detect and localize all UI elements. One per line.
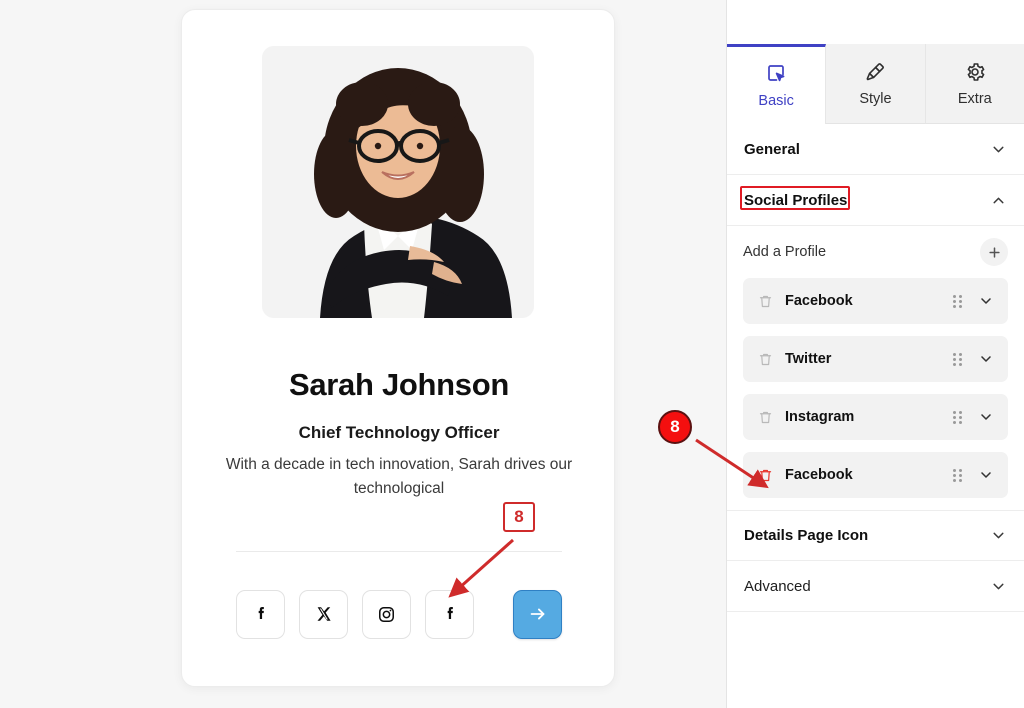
social-link-facebook[interactable] (236, 589, 285, 639)
profile-item-1[interactable]: Facebook (743, 278, 1008, 324)
preview-area: Sarah Johnson Chief Technology Officer W… (0, 0, 726, 708)
section-general[interactable]: General (727, 124, 1024, 175)
add-profile-button[interactable] (980, 238, 1008, 266)
section-details-page-icon[interactable]: Details Page Icon (727, 510, 1024, 561)
chevron-down-icon (981, 414, 991, 420)
add-profile-row: Add a Profile (743, 226, 1008, 278)
section-advanced-label: Advanced (744, 577, 811, 595)
drag-handle-icon[interactable] (953, 294, 962, 308)
paint-brush-icon (867, 63, 885, 81)
section-details-page-icon-label: Details Page Icon (744, 527, 869, 544)
facebook-icon (258, 607, 264, 619)
trash-icon (759, 353, 771, 365)
social-icon-row (236, 586, 562, 642)
settings-panel: Basic Style Extra General Social Profile… (726, 0, 1024, 708)
delete-profile-button[interactable] (755, 293, 775, 310)
screen-root: Sarah Johnson Chief Technology Officer W… (0, 0, 1024, 708)
bottom-sections: Details Page Icon Advanced (727, 510, 1024, 612)
profile-item-3[interactable]: Instagram (743, 394, 1008, 440)
chevron-down-icon (993, 583, 1004, 589)
section-general-label: General (744, 140, 800, 158)
social-link-facebook-duplicate[interactable] (425, 589, 474, 639)
profile-item-expand-button[interactable] (978, 467, 994, 483)
x-twitter-icon (316, 607, 331, 621)
profile-item-2[interactable]: Twitter (743, 336, 1008, 382)
tab-style[interactable]: Style (826, 44, 926, 124)
chevron-down-icon (993, 146, 1004, 152)
card-divider (236, 551, 562, 552)
section-social-profiles-label: Social Profiles (744, 191, 848, 209)
chevron-down-icon (981, 356, 991, 362)
drag-handle-icon[interactable] (953, 468, 962, 482)
profile-item-expand-button[interactable] (978, 409, 994, 425)
add-profile-label: Add a Profile (743, 244, 827, 260)
tab-extra-label: Extra (957, 91, 992, 107)
person-role: Chief Technology Officer (298, 423, 500, 442)
person-name: Sarah Johnson (288, 367, 510, 402)
chevron-down-icon (993, 532, 1004, 539)
trash-icon (759, 411, 771, 423)
gear-icon (967, 63, 985, 81)
tab-style-label: Style (859, 91, 892, 107)
panel-top-spacer (727, 0, 1024, 44)
delete-profile-button[interactable] (755, 351, 775, 368)
social-profiles-body: Add a Profile Facebook Twitter Instagram… (727, 226, 1024, 498)
next-button[interactable] (513, 589, 562, 639)
annotation-step-box: 8 (503, 502, 535, 532)
tab-basic[interactable]: Basic (727, 44, 827, 124)
plus-icon (988, 246, 1000, 258)
profile-item-label: Facebook (785, 467, 853, 483)
chevron-up-icon (993, 197, 1004, 203)
profile-item-expand-button[interactable] (978, 351, 994, 367)
arrow-right-icon (530, 608, 544, 620)
delete-profile-button-active[interactable] (755, 467, 775, 484)
drag-handle-icon[interactable] (953, 410, 962, 424)
person-bio: With a decade in tech innovation, Sarah … (225, 456, 573, 497)
profile-item-label: Facebook (785, 293, 853, 309)
panel-tabs: Basic Style Extra (727, 44, 1024, 124)
chevron-down-icon (981, 298, 991, 304)
delete-profile-button[interactable] (755, 409, 775, 426)
profile-item-label: Twitter (785, 351, 832, 367)
chevron-down-icon (981, 472, 991, 478)
profile-item-label: Instagram (785, 409, 855, 425)
instagram-icon (379, 606, 394, 622)
section-social-profiles[interactable]: Social Profiles (727, 175, 1024, 226)
social-link-instagram[interactable] (362, 589, 411, 639)
profile-card: Sarah Johnson Chief Technology Officer W… (181, 9, 615, 687)
tab-extra[interactable]: Extra (925, 44, 1024, 124)
trash-icon (759, 295, 771, 307)
annotation-step-circle: 8 (658, 410, 692, 444)
facebook-icon (447, 607, 453, 619)
cursor-select-icon (768, 65, 785, 82)
drag-handle-icon[interactable] (953, 352, 962, 366)
trash-icon (759, 469, 771, 481)
profile-item-expand-button[interactable] (978, 293, 994, 309)
profile-item-4[interactable]: Facebook (743, 452, 1008, 498)
tab-basic-label: Basic (758, 93, 794, 109)
section-advanced[interactable]: Advanced (727, 561, 1024, 612)
avatar (262, 46, 534, 318)
social-link-x-twitter[interactable] (299, 589, 348, 639)
